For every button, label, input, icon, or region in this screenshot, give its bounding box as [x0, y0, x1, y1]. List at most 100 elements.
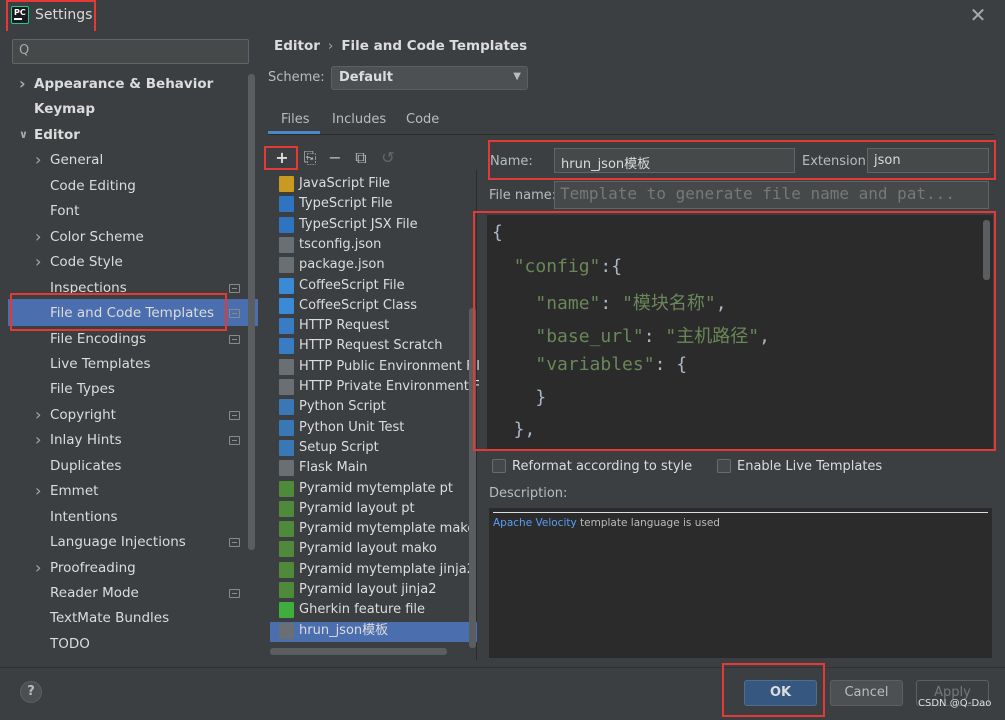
breadcrumb-parent[interactable]: Editor: [274, 38, 320, 54]
description-panel: [489, 508, 992, 658]
chevron-right-icon[interactable]: ›: [35, 250, 45, 274]
chevron-right-icon[interactable]: ›: [35, 148, 45, 172]
template-item[interactable]: hrun_json模板: [270, 621, 479, 641]
sidebar-item-live-templates[interactable]: Live Templates: [0, 352, 245, 376]
template-item[interactable]: Flask Main: [270, 458, 479, 478]
cancel-button[interactable]: Cancel: [830, 680, 903, 706]
template-list-scrollbar-horizontal[interactable]: [270, 648, 447, 655]
sidebar-item-general[interactable]: › General: [0, 148, 245, 172]
chevron-down-icon: ▼: [513, 71, 521, 82]
breadcrumb-separator: ›: [327, 38, 334, 54]
reformat-checkbox[interactable]: [492, 459, 506, 473]
sidebar-item-label: File Encodings: [50, 330, 147, 347]
sidebar-item-code-style[interactable]: › Code Style: [0, 250, 245, 274]
tab-code[interactable]: Code: [406, 112, 439, 127]
scheme-dropdown[interactable]: Default ▼: [331, 66, 528, 90]
chevron-right-icon[interactable]: ›: [35, 403, 45, 427]
template-item[interactable]: Pyramid layout mako: [270, 539, 479, 559]
sidebar-item-font[interactable]: Font: [0, 199, 245, 223]
sidebar-item-textmate-bundles[interactable]: TextMate Bundles: [0, 606, 245, 630]
template-item[interactable]: Pyramid mytemplate mako: [270, 519, 479, 539]
chevron-right-icon[interactable]: ›: [35, 428, 45, 452]
template-item[interactable]: HTTP Request Scratch: [270, 336, 479, 356]
template-item[interactable]: HTTP Request: [270, 316, 479, 336]
template-item[interactable]: Setup Script: [270, 438, 479, 458]
sidebar-item-language-injections[interactable]: Language Injections: [0, 530, 245, 554]
code-line: }: [492, 387, 546, 408]
template-list-scrollbar-vertical[interactable]: [469, 308, 476, 648]
template-item-label: Pyramid layout jinja2: [299, 582, 437, 597]
code-punct: :{: [600, 256, 623, 277]
sidebar-item-file-types[interactable]: File Types: [0, 377, 245, 401]
sidebar-item-code-editing[interactable]: Code Editing: [0, 174, 245, 198]
add-template-button[interactable]: +: [273, 149, 291, 167]
sidebar-item-label: Appearance & Behavior: [34, 76, 214, 92]
tab-includes[interactable]: Includes: [332, 112, 386, 127]
file-name-label: File name:: [489, 188, 557, 203]
template-item[interactable]: Pyramid layout pt: [270, 499, 479, 519]
tab-files[interactable]: Files: [281, 112, 310, 127]
live-templates-checkbox[interactable]: [717, 459, 731, 473]
template-item[interactable]: CoffeeScript Class: [270, 296, 479, 316]
sidebar-item-inlay-hints[interactable]: › Inlay Hints: [0, 428, 245, 452]
sidebar-item-editor[interactable]: ∨ Editor: [0, 123, 245, 147]
sidebar-item-inspections[interactable]: Inspections: [0, 276, 245, 300]
file-type-icon: [279, 602, 294, 619]
close-icon[interactable]: ✕: [966, 3, 990, 27]
chevron-down-icon[interactable]: ∨: [19, 123, 29, 147]
remove-template-button[interactable]: −: [326, 149, 344, 167]
sidebar-item-intentions[interactable]: Intentions: [0, 505, 245, 529]
code-line: "base_url": "主机路径",: [492, 322, 770, 348]
chevron-right-icon[interactable]: ›: [35, 225, 45, 249]
velocity-link[interactable]: Apache Velocity: [493, 517, 577, 529]
copy-template-button[interactable]: ⎘: [301, 149, 319, 167]
reset-template-button[interactable]: ↺: [379, 149, 397, 167]
sidebar-item-file-encodings[interactable]: File Encodings: [0, 327, 245, 351]
editor-scrollbar[interactable]: [983, 220, 990, 280]
sidebar-item-todo[interactable]: TODO: [0, 632, 245, 656]
extension-field[interactable]: json: [867, 148, 989, 173]
code-punct: :: [600, 293, 623, 314]
template-item[interactable]: HTTP Private Environment File: [270, 377, 479, 397]
template-item[interactable]: TypeScript File: [270, 194, 479, 214]
template-item[interactable]: Pyramid mytemplate pt: [270, 479, 479, 499]
sidebar-item-appearance-behavior[interactable]: › Appearance & Behavior: [0, 72, 245, 96]
file-type-icon: [279, 236, 294, 253]
template-name-field[interactable]: hrun_json模板: [554, 148, 795, 173]
code-string: "主机路径": [665, 326, 760, 347]
sidebar-item-copyright[interactable]: › Copyright: [0, 403, 245, 427]
template-item[interactable]: Python Script: [270, 397, 479, 417]
file-type-icon: [279, 521, 294, 538]
chevron-right-icon[interactable]: ›: [19, 72, 29, 96]
template-item[interactable]: Python Unit Test: [270, 418, 479, 438]
file-name-field[interactable]: Template to generate file name and pat..…: [554, 181, 989, 209]
file-type-icon: [279, 277, 294, 294]
chevron-right-icon[interactable]: ›: [35, 556, 45, 580]
help-icon[interactable]: ?: [20, 681, 42, 703]
ok-button[interactable]: OK: [744, 680, 817, 706]
template-item[interactable]: CoffeeScript File: [270, 276, 479, 296]
duplicate-template-button[interactable]: ⧉: [352, 149, 370, 167]
template-item[interactable]: package.json: [270, 255, 479, 275]
template-item[interactable]: HTTP Public Environment File: [270, 357, 479, 377]
template-item[interactable]: Gherkin feature file: [270, 600, 479, 620]
chevron-right-icon[interactable]: ›: [35, 479, 45, 503]
sidebar-scrollbar[interactable]: [248, 74, 255, 550]
sidebar-item-file-and-code-templates[interactable]: File and Code Templates: [0, 301, 245, 325]
template-item[interactable]: Pyramid mytemplate jinja2: [270, 560, 479, 580]
sidebar-item-color-scheme[interactable]: › Color Scheme: [0, 225, 245, 249]
sidebar-item-reader-mode[interactable]: Reader Mode: [0, 581, 245, 605]
sidebar-item-keymap[interactable]: Keymap: [0, 97, 245, 121]
template-item[interactable]: JavaScript File: [270, 174, 479, 194]
template-item[interactable]: tsconfig.json: [270, 235, 479, 255]
settings-search-input[interactable]: Q: [12, 39, 249, 64]
sidebar-item-proofreading[interactable]: › Proofreading: [0, 556, 245, 580]
template-item[interactable]: TypeScript JSX File: [270, 215, 479, 235]
template-item-label: Pyramid mytemplate mako: [299, 521, 476, 537]
sidebar-item-duplicates[interactable]: Duplicates: [0, 454, 245, 478]
template-item-label: HTTP Request: [299, 318, 390, 334]
sidebar-item-label: Color Scheme: [50, 228, 144, 245]
template-item[interactable]: Pyramid layout jinja2: [270, 580, 479, 600]
sidebar-item-emmet[interactable]: › Emmet: [0, 479, 245, 503]
code-punct: : {: [654, 354, 688, 375]
